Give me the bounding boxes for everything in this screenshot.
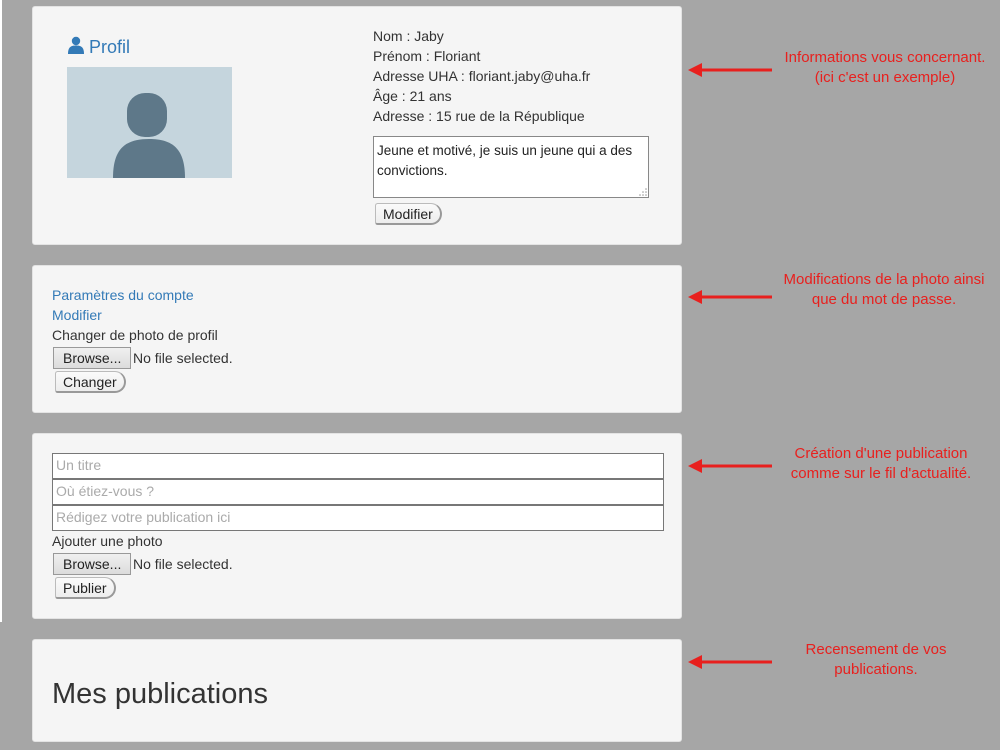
publication-body-input[interactable]: Rédigez votre publication ici (52, 505, 664, 531)
publish-button[interactable]: Publier (55, 577, 116, 599)
annotation-publish: Création d'une publication comme sur le … (790, 445, 972, 482)
profile-age: Âge : 21 ans (373, 88, 452, 104)
left-edge (0, 0, 2, 622)
settings-browse-button[interactable]: Browse... (53, 347, 132, 369)
profile-title: Profil (67, 36, 130, 59)
bio-text: Jeune et motivé, je suis un jeune qui a … (377, 143, 633, 178)
change-photo-button[interactable]: Changer (55, 371, 126, 393)
profile-title-label: Profil (89, 37, 131, 57)
annotation-arrow-publish (688, 459, 772, 473)
publish-browse-button[interactable]: Browse... (53, 553, 132, 575)
annotation-arrow-settings (688, 290, 772, 304)
change-photo-label: Changer de photo de profil (52, 327, 218, 343)
user-icon (67, 36, 85, 59)
profile-card: Profil Nom : Jaby Prénom : Floriant Adre… (32, 6, 682, 245)
settings-file-status: No file selected. (133, 350, 233, 366)
annotation-settings: Modifications de la photo ainsi que du m… (783, 271, 985, 308)
account-settings-link[interactable]: Paramètres du compte (52, 287, 194, 303)
my-publications-card: Mes publications (32, 639, 682, 742)
add-photo-label: Ajouter une photo (52, 533, 163, 549)
my-publications-title: Mes publications (52, 678, 268, 710)
publish-file-status: No file selected. (133, 556, 233, 572)
publication-title-input[interactable]: Un titre (52, 453, 664, 479)
profile-avatar (67, 67, 232, 178)
publication-location-input[interactable]: Où étiez-vous ? (52, 479, 664, 505)
bio-textarea[interactable]: Jeune et motivé, je suis un jeune qui a … (373, 136, 649, 198)
annotation-profile: Informations vous concernant. (ici c'est… (784, 49, 986, 86)
profile-email: Adresse UHA : floriant.jaby@uha.fr (373, 68, 591, 84)
profile-name: Nom : Jaby (373, 28, 444, 44)
profile-address: Adresse : 15 rue de la République (373, 108, 585, 124)
settings-card: Paramètres du compte Modifier Changer de… (32, 265, 682, 413)
annotation-arrow-mypubs (688, 655, 772, 669)
publish-card: Un titre Où étiez-vous ? Rédigez votre p… (32, 433, 682, 619)
annotation-arrow-profile (688, 63, 772, 77)
annotation-mypubs: Recensement de vos publications. (805, 641, 947, 678)
profile-firstname: Prénom : Floriant (373, 48, 481, 64)
settings-edit-link[interactable]: Modifier (52, 307, 102, 323)
profile-edit-button[interactable]: Modifier (375, 203, 442, 225)
resize-grip-icon[interactable] (639, 188, 647, 196)
